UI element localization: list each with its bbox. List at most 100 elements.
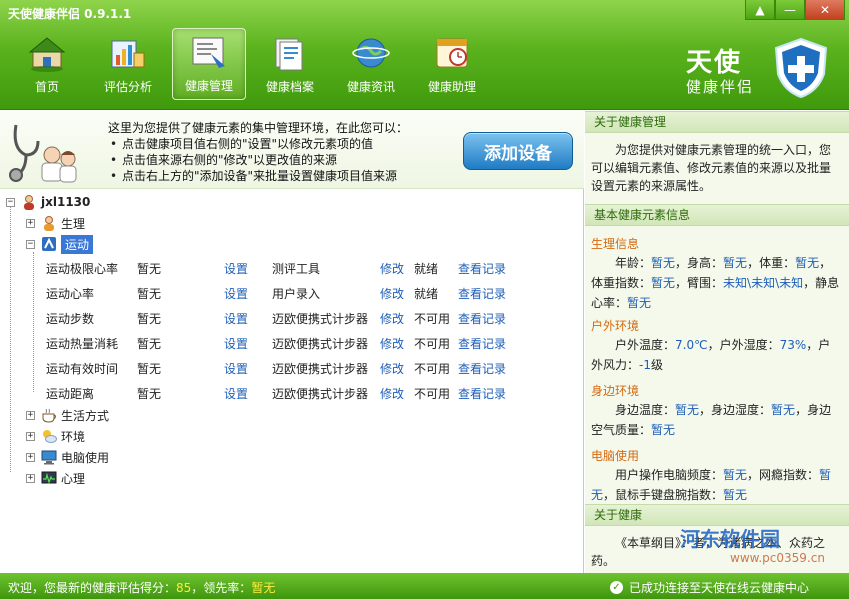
computer-info: 用户操作电脑频度：暂无，网瘾指数：暂无，鼠标手键盘腕指数：暂无 — [591, 465, 841, 505]
close-button[interactable]: ✕ — [805, 0, 845, 20]
view-records-link[interactable]: 查看记录 — [458, 310, 506, 327]
tree-node-computer[interactable]: + 电脑使用 — [26, 447, 109, 467]
view-records-link[interactable]: 查看记录 — [458, 285, 506, 302]
tree-node-physiology[interactable]: + 生理 — [26, 213, 85, 233]
expand-toggle[interactable]: + — [26, 218, 35, 228]
label: ，身边湿度： — [699, 403, 772, 417]
expand-toggle[interactable]: + — [26, 431, 35, 441]
set-link[interactable]: 设置 — [224, 260, 248, 277]
element-value: 暂无 — [137, 262, 162, 276]
nav-management-label: 健康管理 — [184, 79, 233, 93]
label: ，鼠标手键盘腕指数： — [603, 488, 724, 502]
source-status: 就绪 — [414, 287, 439, 301]
minimize-button[interactable]: — — [775, 0, 805, 20]
air-quality-value: 暂无 — [651, 423, 676, 437]
set-link[interactable]: 设置 — [224, 310, 248, 327]
view-records-link[interactable]: 查看记录 — [458, 335, 506, 352]
expand-toggle[interactable]: + — [26, 410, 35, 420]
element-source: 迈欧便携式计步器 — [272, 337, 369, 351]
element-value: 暂无 — [137, 387, 162, 401]
watermark-url: www.pc0359.cn — [730, 551, 825, 565]
nav-archive[interactable]: 健康档案 — [253, 28, 327, 100]
check-icon: ✓ — [609, 581, 623, 594]
nav-analysis[interactable]: 评估分析 — [91, 28, 165, 100]
add-device-button[interactable]: 添加设备 — [463, 132, 573, 170]
physiology-info: 年龄：暂无，身高：暂无，体重：暂无，体重指数：暂无，臂围：未知\未知\未知，静息… — [591, 253, 841, 313]
category-computer: 电脑使用 — [591, 449, 640, 463]
expand-toggle[interactable]: + — [26, 473, 35, 483]
tree-node-exercise[interactable]: − 运动 — [26, 234, 94, 254]
nav-home[interactable]: 首页 — [10, 28, 84, 100]
modify-link[interactable]: 修改 — [380, 260, 404, 277]
element-source: 迈欧便携式计步器 — [272, 312, 369, 326]
tree-node-psychology[interactable]: + 心理 — [26, 468, 85, 488]
watermark-text: 河东软件园 — [680, 527, 780, 551]
main-nav: 首页 评估分析 健康管理 健康档案 健康资讯 健康助理 — [10, 28, 496, 100]
element-value: 暂无 — [137, 362, 162, 376]
modify-link[interactable]: 修改 — [380, 285, 404, 302]
collapse-toggle[interactable]: − — [6, 197, 15, 207]
modify-link[interactable]: 修改 — [380, 385, 404, 402]
nav-management[interactable]: 健康管理 — [172, 28, 246, 100]
modify-link[interactable]: 修改 — [380, 360, 404, 377]
label: 户外温度： — [615, 338, 676, 352]
exercise-icon — [42, 237, 56, 251]
label: 年龄： — [615, 256, 652, 270]
element-value: 暂无 — [137, 287, 162, 301]
view-records-link[interactable]: 查看记录 — [458, 360, 506, 377]
category-nearby: 身边环境 — [591, 384, 640, 398]
age-value: 暂无 — [651, 256, 676, 270]
modify-link[interactable]: 修改 — [380, 335, 404, 352]
set-link[interactable]: 设置 — [224, 385, 248, 402]
set-link[interactable]: 设置 — [224, 335, 248, 352]
source-status: 不可用 — [414, 337, 451, 351]
mouse-keyboard-index-value: 暂无 — [723, 488, 748, 502]
tree-node-label: 生理 — [61, 216, 86, 231]
category-physiology: 生理信息 — [591, 237, 640, 251]
collapse-toggle[interactable]: − — [26, 239, 35, 249]
connection-text: 已成功连接至天使在线云健康中心 — [628, 581, 809, 595]
menu-arrow-icon[interactable]: ▲ — [745, 0, 775, 20]
element-name: 运动热量消耗 — [46, 337, 119, 351]
label: ，臂围： — [675, 276, 724, 290]
label: ，体重： — [747, 256, 796, 270]
bmi-value: 暂无 — [651, 276, 676, 290]
psychology-icon — [41, 471, 57, 484]
brand-logo: 天使 健康伴侣 — [680, 36, 830, 100]
source-status: 就绪 — [414, 262, 439, 276]
stethoscope-doctors-icon — [9, 124, 77, 183]
nearby-info: 身边温度：暂无，身边湿度：暂无，身边空气质量：暂无 — [591, 400, 841, 440]
intro-text: 这里为您提供了健康元素的集中管理环境，在此您可以： 点击健康项目值右侧的"设置"… — [108, 120, 448, 184]
archive-icon — [275, 38, 303, 71]
view-records-link[interactable]: 查看记录 — [458, 385, 506, 402]
physiology-icon — [44, 216, 54, 231]
intro-bullet: 点击值来源右侧的"修改"以更改值的来源 — [108, 152, 448, 168]
resting-hr-value: 暂无 — [627, 296, 652, 310]
basic-info-header: 基本健康元素信息 — [585, 204, 849, 226]
outdoor-info: 户外温度：7.0℃，户外湿度：73%，户外风力：-1级 — [591, 335, 841, 375]
computer-icon — [41, 450, 57, 465]
tree-node-lifestyle[interactable]: + 生活方式 — [26, 405, 109, 425]
modify-link[interactable]: 修改 — [380, 310, 404, 327]
outdoor-temp-value: 7.0℃ — [675, 338, 708, 352]
nav-assistant[interactable]: 健康助理 — [415, 28, 489, 100]
tree-node-label: 电脑使用 — [61, 450, 110, 465]
about-management-text: 为您提供对健康元素管理的统一入口，您可以编辑元素值、修改元素值的来源以及批量设置… — [591, 143, 832, 193]
tree-node-label: 环境 — [61, 429, 86, 444]
set-link[interactable]: 设置 — [224, 285, 248, 302]
nav-home-label: 首页 — [34, 80, 59, 94]
expand-toggle[interactable]: + — [26, 452, 35, 462]
nav-news[interactable]: 健康资讯 — [334, 28, 408, 100]
nav-analysis-label: 评估分析 — [103, 80, 152, 94]
title-bar: 天使健康伴侣 0.9.1.1 ▲ — ✕ 首页 评估分析 健康管理 健康档案 健… — [0, 0, 849, 110]
tree-node-environment[interactable]: + 环境 — [26, 426, 85, 446]
pc-frequency-value: 暂无 — [723, 468, 748, 482]
tree-guide — [10, 204, 11, 472]
view-records-link[interactable]: 查看记录 — [458, 260, 506, 277]
set-link[interactable]: 设置 — [224, 360, 248, 377]
label: ，身高： — [675, 256, 724, 270]
info-sidebar: 关于健康管理 为您提供对健康元素管理的统一入口，您可以编辑元素值、修改元素值的来… — [585, 111, 849, 573]
status-welcome: 欢迎，您最新的健康评估得分：85，领先率：暂无 — [8, 579, 275, 596]
tree-node-label: 生活方式 — [61, 408, 110, 423]
tree-root[interactable]: − jxl1130 — [6, 192, 90, 212]
